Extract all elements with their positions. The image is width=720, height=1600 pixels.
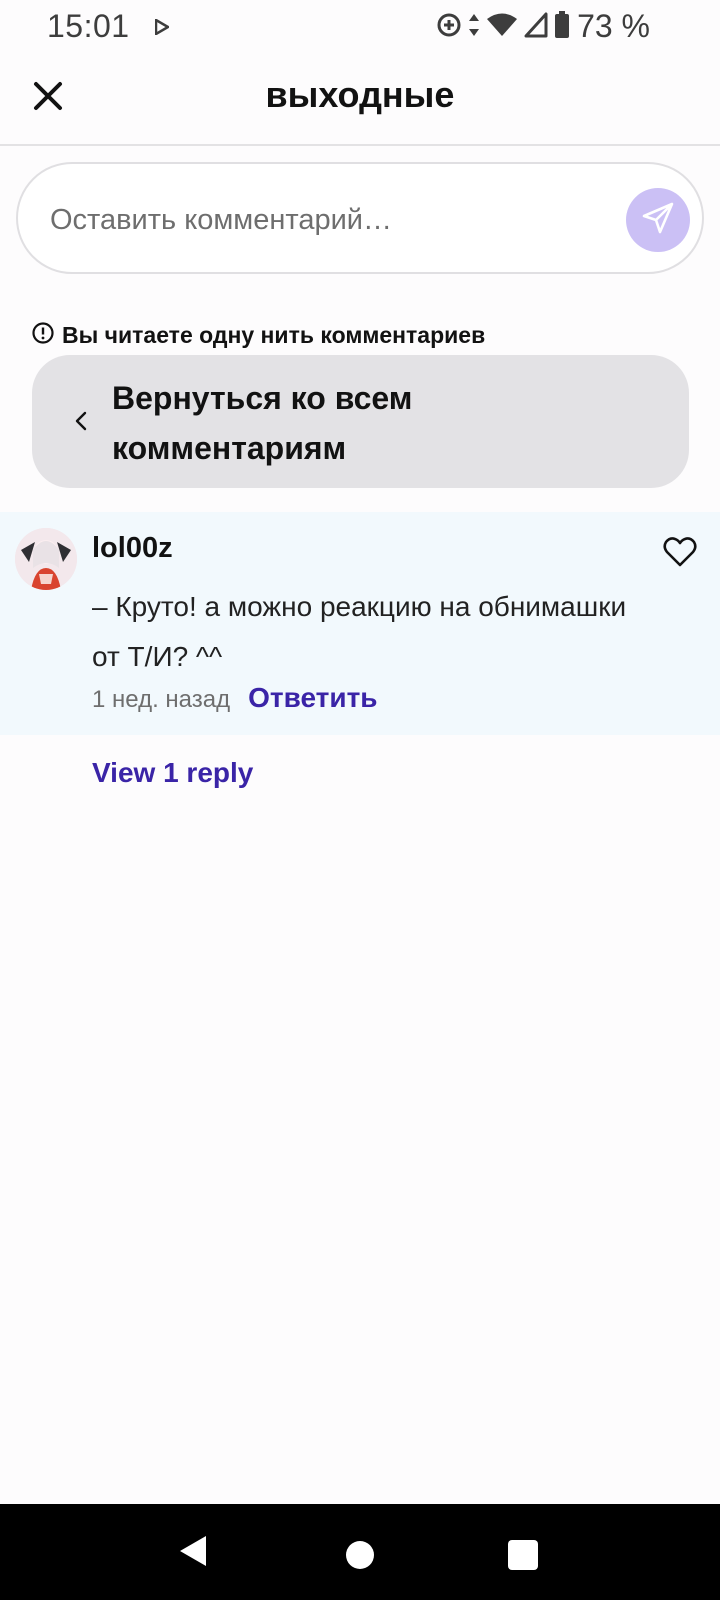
status-time: 15:01 bbox=[47, 8, 130, 44]
comment-meta: 1 нед. назад Ответить bbox=[92, 682, 378, 714]
battery-percent: 73 % bbox=[577, 8, 650, 44]
send-icon bbox=[641, 201, 675, 240]
status-icons bbox=[436, 11, 570, 44]
nav-back-icon[interactable] bbox=[178, 1534, 208, 1573]
page-title: выходные bbox=[265, 74, 455, 115]
comments-screen: 15:01 73 % выходные Оставить комментарий… bbox=[0, 0, 720, 1600]
nav-recents-icon[interactable] bbox=[508, 1540, 538, 1570]
thread-notice: Вы читаете одну нить комментариев bbox=[32, 322, 485, 349]
info-icon bbox=[32, 322, 54, 349]
comment-input-placeholder: Оставить комментарий… bbox=[50, 204, 392, 236]
data-arrows-icon bbox=[468, 12, 480, 43]
nav-home-icon[interactable] bbox=[346, 1541, 374, 1569]
reply-button[interactable]: Ответить bbox=[248, 682, 377, 714]
chevron-left-icon bbox=[74, 410, 88, 437]
signal-icon bbox=[524, 12, 548, 43]
battery-icon bbox=[554, 11, 570, 44]
comment-text: – Круто! а можно реакцию на обнимашки от… bbox=[92, 591, 627, 672]
status-bar: 15:01 73 % bbox=[0, 0, 720, 56]
thread-notice-text: Вы читаете одну нить комментариев bbox=[62, 322, 486, 348]
comment-input[interactable]: Оставить комментарий… bbox=[16, 162, 704, 274]
comment-username[interactable]: lol00z bbox=[92, 532, 173, 565]
back-button-label: Вернуться ко всем комментариям bbox=[112, 380, 413, 466]
comment-item: lol00z – Круто! а можно реакцию на обним… bbox=[0, 512, 720, 735]
avatar[interactable] bbox=[15, 528, 77, 590]
system-nav-bar bbox=[0, 1504, 720, 1600]
back-to-all-comments-button[interactable]: Вернуться ко всем комментариям bbox=[32, 355, 689, 488]
comment-timestamp: 1 нед. назад bbox=[92, 686, 231, 713]
header: выходные bbox=[0, 56, 720, 146]
play-icon bbox=[154, 17, 171, 40]
data-saver-icon bbox=[436, 12, 462, 43]
view-replies-link[interactable]: View 1 reply bbox=[92, 757, 253, 789]
wifi-icon bbox=[486, 12, 518, 43]
send-button[interactable] bbox=[626, 188, 690, 252]
heart-icon[interactable] bbox=[662, 534, 698, 570]
